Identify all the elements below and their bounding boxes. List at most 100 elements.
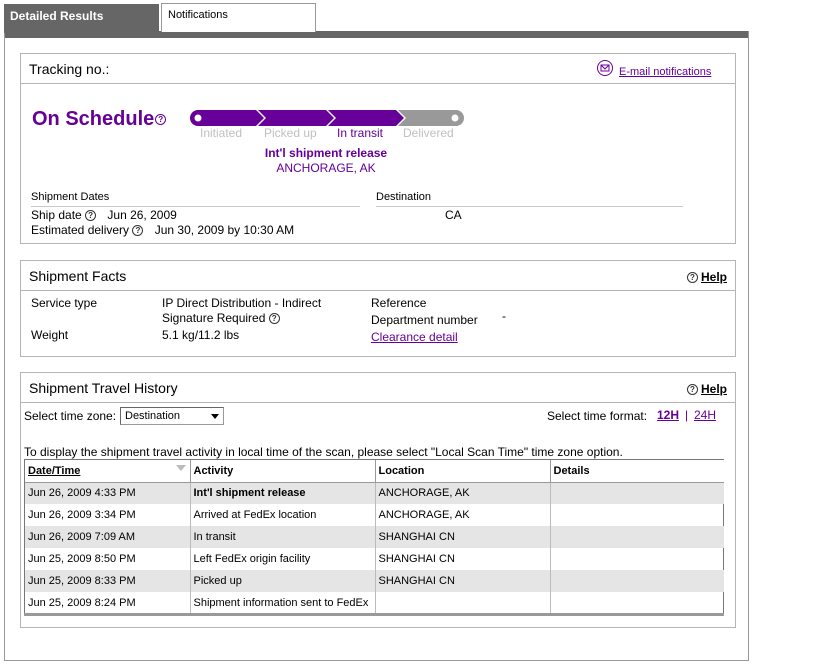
help-label: Help: [700, 270, 727, 284]
table-row: Jun 26, 2009 3:34 PM Arrived at FedEx lo…: [25, 504, 724, 526]
progress-start-dot: [194, 114, 202, 122]
department-number-label: Department number: [371, 313, 478, 327]
latest-event-location: ANCHORAGE, AK: [276, 161, 376, 175]
table-bottom-bar: [24, 613, 724, 616]
status-help-icon[interactable]: ?: [155, 114, 167, 126]
row-datetime: Jun 25, 2009 8:33 PM: [25, 570, 191, 592]
time-format-24h[interactable]: 24H: [694, 408, 716, 422]
signature-help-icon[interactable]: ?: [268, 313, 280, 325]
row-details: [550, 548, 724, 570]
reference-label: Reference: [371, 296, 427, 310]
history-table-wrap: Date/Time Activity Location Details Jun …: [24, 459, 724, 614]
clearance-detail-link[interactable]: Clearance detail: [371, 330, 458, 344]
row-location: SHANGHAI CN: [375, 548, 551, 570]
status-text: On Schedule: [32, 108, 155, 130]
progress-end-dot: [451, 114, 459, 122]
travel-history-help[interactable]: ? Help: [686, 382, 727, 396]
row-activity: Arrived at FedEx location: [190, 504, 376, 526]
row-location: SHANGHAI CN: [375, 570, 551, 592]
time-format-12h[interactable]: 12H: [657, 408, 679, 422]
destination-header: Destination: [376, 191, 432, 203]
tab-detailed-results[interactable]: Detailed Results: [4, 4, 159, 33]
row-datetime: Jun 25, 2009 8:50 PM: [25, 548, 191, 570]
tab-notifications[interactable]: Notifications: [161, 3, 316, 32]
chevron-down-icon: [211, 414, 219, 419]
shipment-dates-header: Shipment Dates: [31, 191, 110, 203]
service-type-value-line2: Signature Required: [162, 311, 266, 325]
table-header-row: Date/Time Activity Location Details: [25, 460, 724, 483]
tracking-panel-header: Tracking no.: E-mail notifications: [21, 54, 735, 84]
progress-segment-in-transit: [328, 110, 404, 126]
progress-bar: [190, 110, 464, 126]
row-datetime: Jun 26, 2009 4:33 PM: [25, 482, 191, 504]
estimated-delivery-row: Estimated delivery ? Jun 30, 2009 by 10:…: [31, 223, 294, 237]
column-header-datetime[interactable]: Date/Time: [25, 460, 191, 483]
table-row: Jun 25, 2009 8:50 PM Left FedEx origin f…: [25, 548, 724, 570]
row-activity: Picked up: [190, 570, 376, 592]
latest-event: Int'l shipment release ANCHORAGE, AK: [222, 146, 430, 175]
row-details: [550, 504, 724, 526]
step-label-delivered: Delivered: [403, 126, 454, 140]
row-datetime: Jun 25, 2009 8:24 PM: [25, 592, 191, 614]
sort-desc-icon: [175, 465, 186, 471]
estimated-delivery-value: Jun 30, 2009 by 10:30 AM: [154, 223, 295, 237]
help-label: Help: [700, 382, 727, 396]
help-icon: ?: [686, 384, 698, 396]
email-icon[interactable]: [597, 60, 613, 76]
tracking-number-label: Tracking no.:: [29, 61, 110, 77]
row-datetime: Jun 26, 2009 7:09 AM: [25, 526, 191, 548]
row-details: [550, 526, 724, 548]
timezone-label: Select time zone:: [24, 409, 117, 423]
table-row: Jun 26, 2009 7:09 AM In transit SHANGHAI…: [25, 526, 724, 548]
service-type-value-line1: IP Direct Distribution - Indirect: [162, 296, 322, 310]
estimated-delivery-label: Estimated delivery: [31, 223, 130, 237]
ship-date-value: Jun 26, 2009: [107, 208, 177, 222]
time-format-label: Select time format:: [547, 409, 648, 423]
ship-date-help-icon[interactable]: ?: [85, 210, 97, 222]
row-details: [550, 592, 724, 614]
column-header-details: Details: [550, 460, 724, 483]
row-details: [550, 570, 724, 592]
history-table: Date/Time Activity Location Details Jun …: [25, 460, 724, 614]
weight-label: Weight: [31, 328, 69, 342]
service-type-label: Service type: [31, 296, 98, 310]
step-label-initiated: Initiated: [200, 126, 243, 140]
row-details: [550, 482, 724, 504]
row-location: ANCHORAGE, AK: [375, 482, 551, 504]
row-location: ANCHORAGE, AK: [375, 504, 551, 526]
column-header-activity: Activity: [190, 460, 376, 483]
latest-event-activity: Int'l shipment release: [264, 146, 388, 160]
table-row: Jun 25, 2009 8:33 PM Picked up SHANGHAI …: [25, 570, 724, 592]
weight-value: 5.1 kg/11.2 lbs: [162, 328, 240, 342]
shipment-facts-title: Shipment Facts: [29, 268, 127, 284]
travel-history-title: Shipment Travel History: [29, 380, 178, 396]
destination-value: CA: [445, 208, 462, 222]
status-heading: On Schedule?: [32, 108, 167, 131]
timezone-select[interactable]: Destination: [120, 407, 224, 425]
table-row: Jun 25, 2009 8:24 PM Shipment informatio…: [25, 592, 724, 614]
shipment-facts-header: Shipment Facts ? Help: [21, 261, 735, 291]
timezone-note: To display the shipment travel activity …: [24, 445, 623, 459]
travel-history-header: Shipment Travel History ? Help: [21, 373, 735, 403]
department-number-value: -: [502, 309, 506, 323]
timezone-select-value: Destination: [125, 410, 181, 422]
progress-segment-picked-up: [258, 110, 334, 126]
destination-divider: [376, 206, 683, 207]
row-location: SHANGHAI CN: [375, 526, 551, 548]
column-header-location: Location: [375, 460, 551, 483]
row-activity: Left FedEx origin facility: [190, 548, 376, 570]
step-label-in-transit: In transit: [337, 126, 384, 140]
service-type-value-line2-row: Signature Required ?: [162, 311, 280, 325]
row-activity: In transit: [190, 526, 376, 548]
step-label-picked-up: Picked up: [264, 126, 317, 140]
ship-date-row: Ship date ? Jun 26, 2009: [31, 208, 177, 222]
email-notifications-link[interactable]: E-mail notifications: [619, 66, 711, 78]
estimated-delivery-help-icon[interactable]: ?: [132, 225, 144, 237]
row-activity: Shipment information sent to FedEx: [190, 592, 376, 614]
row-location: [375, 592, 551, 614]
time-format-separator: |: [685, 408, 689, 422]
shipment-facts-help[interactable]: ? Help: [686, 270, 727, 284]
row-datetime: Jun 26, 2009 3:34 PM: [25, 504, 191, 526]
ship-date-label: Ship date: [31, 208, 82, 222]
row-activity: Int'l shipment release: [190, 482, 376, 504]
